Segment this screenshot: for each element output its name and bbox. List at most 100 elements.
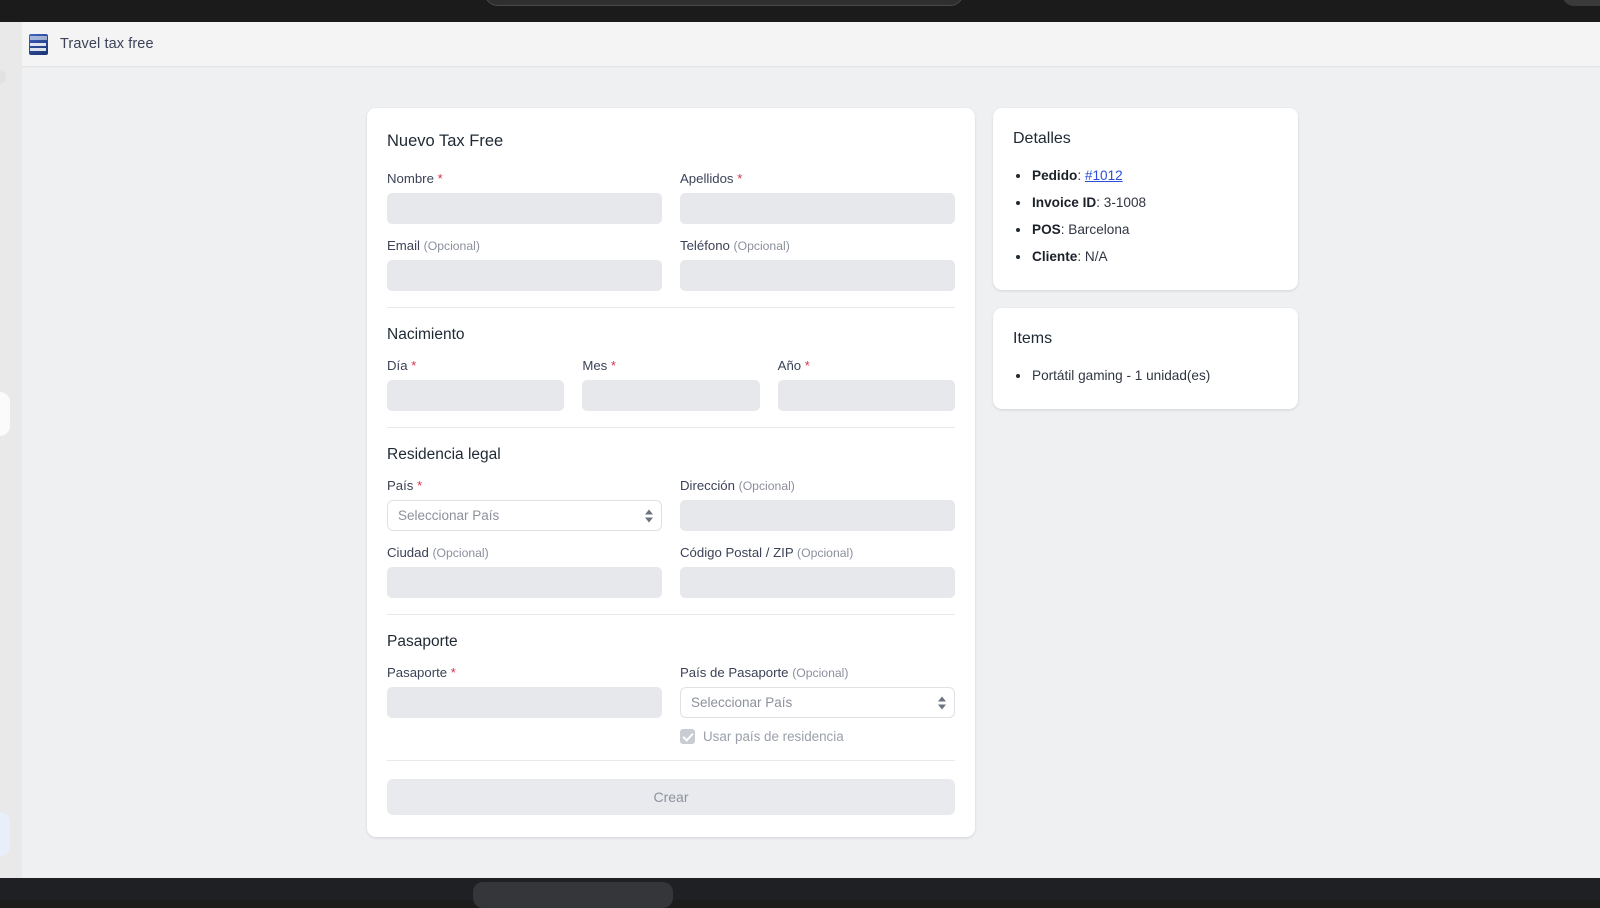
required-asterisk: *	[437, 171, 443, 186]
label-codigo-postal-text: Código Postal / ZIP	[680, 545, 794, 560]
optional-tag: (Opcional)	[792, 666, 849, 680]
label-dia: Día *	[387, 358, 564, 373]
pais-pasaporte-select-wrapper: Seleccionar País	[680, 687, 955, 718]
browser-bottom-control[interactable]	[473, 882, 673, 908]
divider	[387, 614, 955, 615]
label-pasaporte-text: Pasaporte	[387, 665, 448, 680]
form-title: Nuevo Tax Free	[387, 132, 504, 150]
detalles-title: Detalles	[1013, 130, 1071, 147]
new-tax-free-form-card: Nuevo Tax Free Nombre * Apellidos * Emai…	[367, 108, 975, 837]
detalles-list: Pedido: #1012 Invoice ID: 3-1008 POS: Ba…	[1013, 162, 1278, 270]
label-anio-text: Año	[777, 358, 802, 373]
list-item: POS: Barcelona	[1013, 216, 1278, 243]
optional-tag: (Opcional)	[738, 479, 795, 493]
label-telefono-text: Teléfono	[680, 238, 730, 253]
label-apellidos: Apellidos *	[680, 171, 955, 186]
app-title: Travel tax free	[60, 36, 154, 52]
required-asterisk: *	[610, 358, 616, 373]
required-asterisk: *	[450, 665, 456, 680]
brand[interactable]: Travel tax free	[29, 33, 154, 55]
form-row-contact: Email (Opcional) Teléfono (Opcional)	[387, 238, 955, 291]
divider	[387, 427, 955, 428]
label-nombre: Nombre *	[387, 171, 662, 186]
pais-residencia-select[interactable]: Seleccionar País	[387, 500, 662, 531]
section-title-residencia: Residencia legal	[387, 446, 501, 463]
field-anio: Año *	[777, 358, 955, 411]
crear-button[interactable]: Crear	[387, 779, 955, 815]
browser-toolbar-right-control[interactable]	[1562, 0, 1600, 6]
pasaporte-input[interactable]	[387, 687, 662, 718]
browser-chrome-bottom	[0, 878, 1600, 900]
label-email-text: Email	[387, 238, 420, 253]
field-mes: Mes *	[582, 358, 760, 411]
apellidos-input[interactable]	[680, 193, 955, 224]
ciudad-input[interactable]	[387, 567, 662, 598]
detalle-key: Invoice ID	[1032, 195, 1097, 210]
label-pasaporte: Pasaporte *	[387, 665, 662, 680]
usar-pais-residencia-row[interactable]: Usar país de residencia	[680, 729, 955, 744]
email-input[interactable]	[387, 260, 662, 291]
optional-tag: (Opcional)	[423, 239, 480, 253]
detalles-card: Detalles Pedido: #1012 Invoice ID: 3-100…	[993, 108, 1298, 290]
field-email: Email (Opcional)	[387, 238, 662, 291]
label-pais-pasaporte-text: País de Pasaporte	[680, 665, 789, 680]
label-dia-text: Día	[387, 358, 408, 373]
label-apellidos-text: Apellidos	[680, 171, 734, 186]
label-codigo-postal: Código Postal / ZIP (Opcional)	[680, 545, 955, 560]
required-asterisk: *	[411, 358, 417, 373]
form-row-passport: Pasaporte * País de Pasaporte (Opcional)…	[387, 665, 955, 744]
page-viewport: Travel tax free Nuevo Tax Free Nombre * …	[0, 22, 1600, 878]
optional-tag: (Opcional)	[797, 546, 854, 560]
browser-chrome-top	[0, 0, 1600, 22]
detalle-key: POS	[1032, 222, 1061, 237]
codigo-postal-input[interactable]	[680, 567, 955, 598]
optional-tag: (Opcional)	[733, 239, 790, 253]
list-item: Portátil gaming - 1 unidad(es)	[1013, 362, 1278, 389]
detalle-value: N/A	[1084, 249, 1108, 264]
label-email: Email (Opcional)	[387, 238, 662, 253]
label-nombre-text: Nombre	[387, 171, 434, 186]
required-asterisk: *	[417, 478, 423, 493]
label-ciudad: Ciudad (Opcional)	[387, 545, 662, 560]
telefono-input[interactable]	[680, 260, 955, 291]
left-rail	[0, 22, 22, 878]
detalle-value: Barcelona	[1068, 222, 1130, 237]
detalle-key: Pedido	[1032, 168, 1078, 183]
label-pais-text: País	[387, 478, 414, 493]
dia-input[interactable]	[387, 380, 565, 411]
rail-nub-middle[interactable]	[0, 392, 10, 436]
label-mes-text: Mes	[582, 358, 608, 373]
item-text: Portátil gaming - 1 unidad(es)	[1032, 368, 1211, 383]
optional-tag: (Opcional)	[432, 546, 489, 560]
field-direccion: Dirección (Opcional)	[680, 478, 955, 531]
form-row-residence-1: País * Seleccionar País Dirección (Opcio…	[387, 478, 955, 531]
divider	[387, 307, 955, 308]
field-nombre: Nombre *	[387, 171, 662, 224]
pedido-link[interactable]: #1012	[1085, 168, 1123, 183]
field-dia: Día *	[387, 358, 565, 411]
detalle-key: Cliente	[1032, 249, 1078, 264]
detalle-sep: :	[1077, 249, 1085, 264]
rail-nub-bottom[interactable]	[0, 812, 10, 856]
anio-input[interactable]	[777, 380, 955, 411]
browser-url-bar[interactable]	[484, 0, 964, 6]
content-area: Nuevo Tax Free Nombre * Apellidos * Emai…	[22, 68, 1600, 878]
field-codigo-postal: Código Postal / ZIP (Opcional)	[680, 545, 955, 598]
section-title-nacimiento: Nacimiento	[387, 326, 465, 343]
pais-select-wrapper: Seleccionar País	[387, 500, 662, 531]
mes-input[interactable]	[582, 380, 760, 411]
usar-pais-residencia-checkbox[interactable]	[680, 729, 695, 744]
label-pais: País *	[387, 478, 662, 493]
form-row-name: Nombre * Apellidos *	[387, 171, 955, 224]
field-apellidos: Apellidos *	[680, 171, 955, 224]
list-item: Pedido: #1012	[1013, 162, 1278, 189]
field-pais-residencia: País * Seleccionar País	[387, 478, 662, 531]
pais-pasaporte-select[interactable]: Seleccionar País	[680, 687, 955, 718]
divider	[387, 760, 955, 761]
field-telefono: Teléfono (Opcional)	[680, 238, 955, 291]
direccion-input[interactable]	[680, 500, 955, 531]
label-anio: Año *	[778, 358, 955, 373]
items-title: Items	[1013, 330, 1053, 347]
nombre-input[interactable]	[387, 193, 662, 224]
detalle-sep: :	[1096, 195, 1104, 210]
